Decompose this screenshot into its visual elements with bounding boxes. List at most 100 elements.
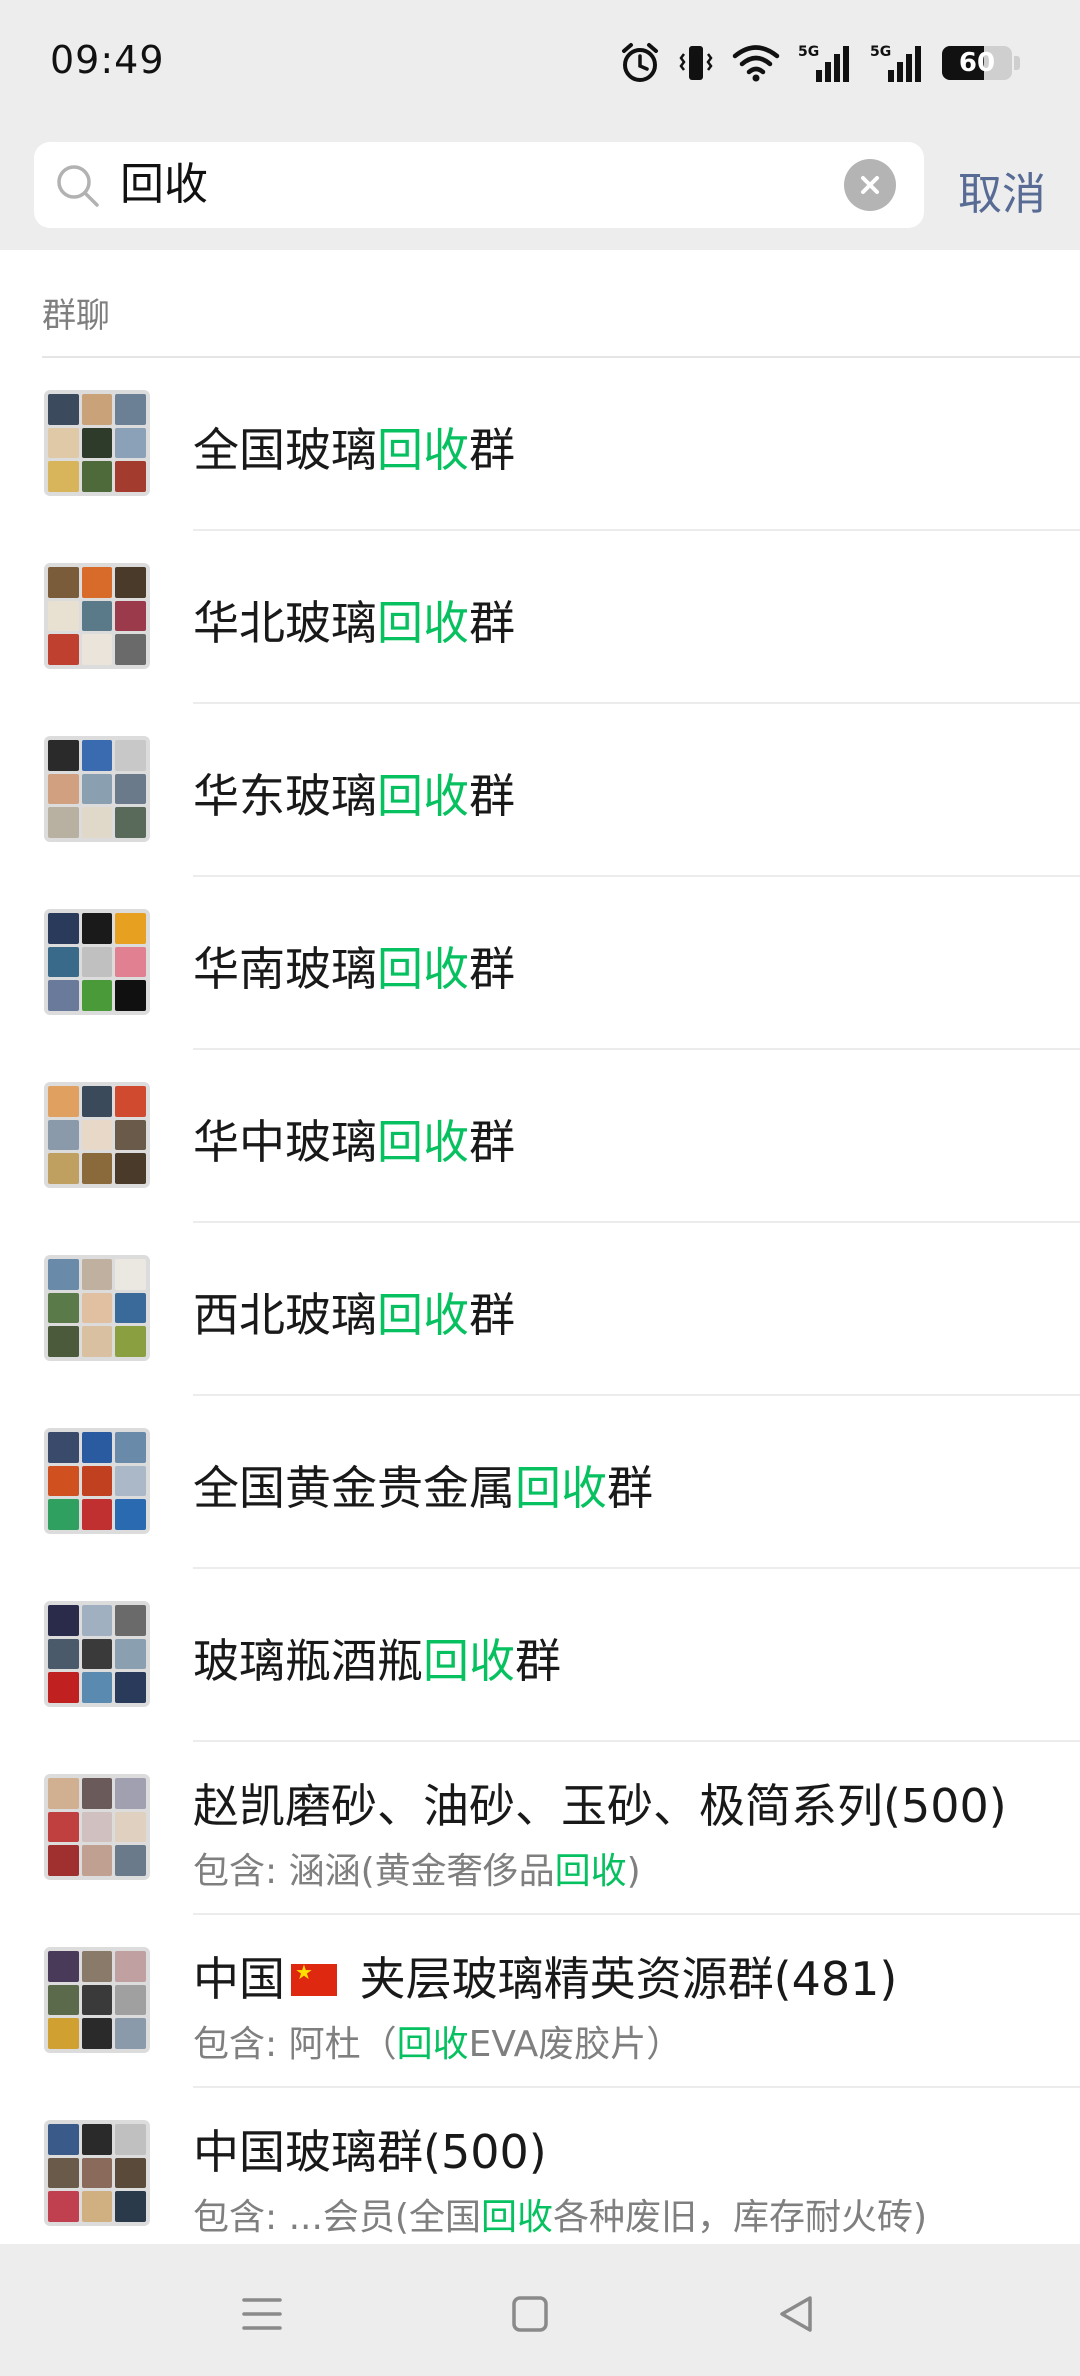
group-name: 西北玻璃回收群 [193,1288,515,1342]
avatar-tile [81,1499,113,1530]
avatar-tile [81,2191,113,2222]
avatar-tile [115,427,146,459]
avatar-tile [115,946,146,978]
avatar-tile [48,807,79,838]
clear-icon[interactable] [844,159,896,211]
avatar-tile [115,1951,146,1982]
status-time: 09:49 [50,38,165,82]
list-item[interactable]: 全国玻璃回收群 [0,358,1080,531]
avatar-tile [115,1119,146,1151]
group-name: 赵凯磨砂、油砂、玉砂、极简系列(500) [193,1779,1007,1833]
list-item[interactable]: 西北玻璃回收群 [0,1223,1080,1396]
search-input[interactable] [120,142,820,228]
search-icon [54,162,102,214]
avatar-tile [81,1432,113,1463]
avatar-tile [81,913,113,944]
avatar-tile [48,394,79,425]
avatar-tile [115,634,146,665]
avatar-tile [81,980,113,1011]
avatar-tile [115,1605,146,1636]
avatar-tile [115,1845,146,1876]
avatar-tile [115,600,146,632]
group-name: 玻璃瓶酒瓶回收群 [193,1634,561,1688]
avatar-tile [48,2157,79,2189]
avatar-tile [81,1605,113,1636]
avatar-tile [81,740,113,771]
group-name: 华南玻璃回收群 [193,942,515,996]
china-flag-icon [291,1960,337,1996]
avatar-tile [115,1672,146,1703]
list-item[interactable]: 全国黄金贵金属回收群 [0,1396,1080,1569]
group-name: 华东玻璃回收群 [193,769,515,823]
group-name: 全国黄金贵金属回收群 [193,1461,653,1515]
avatar-tile [81,1984,113,2016]
alarm-icon [620,42,660,84]
group-avatar [44,390,150,496]
avatar-tile [81,1845,113,1876]
avatar-tile [81,427,113,459]
avatar-tile [81,1292,113,1324]
avatar-tile [48,1465,79,1497]
avatar-tile [115,2018,146,2049]
search-header: 取消 [0,130,1080,250]
group-avatar [44,1082,150,1188]
avatar-tile [115,1326,146,1357]
avatar-tile [115,2157,146,2189]
avatar-tile [115,2124,146,2155]
search-box[interactable] [34,142,924,228]
avatar-tile [115,394,146,425]
avatar-tile [115,1086,146,1117]
group-name: 华中玻璃回收群 [193,1115,515,1169]
avatar-tile [48,1778,79,1809]
avatar-tile [48,1951,79,1982]
group-avatar [44,736,150,842]
avatar-tile [81,1951,113,1982]
matched-member: 包含: 阿杜（回收EVA废胶片） [193,2024,683,2065]
section-label-group-chats: 群聊 [42,296,110,336]
avatar-tile [81,567,113,598]
list-item[interactable]: 中国玻璃群(500) 包含: ...会员(全国回收各种废旧，库存耐火砖) [0,2088,1080,2261]
avatar-tile [115,1638,146,1670]
avatar-tile [81,1119,113,1151]
avatar-tile [48,1845,79,1876]
list-item[interactable]: 赵凯磨砂、油砂、玉砂、极简系列(500) 包含: 涵涵(黄金奢侈品回收) [0,1742,1080,1915]
avatar-tile [81,1672,113,1703]
avatar-tile [48,1672,79,1703]
avatar-tile [115,1259,146,1290]
avatar-tile [48,740,79,771]
avatar-tile [115,1984,146,2016]
list-item[interactable]: 玻璃瓶酒瓶回收群 [0,1569,1080,1742]
list-item[interactable]: 华东玻璃回收群 [0,704,1080,877]
list-item[interactable]: 中国 夹层玻璃精英资源群(481) 包含: 阿杜（回收EVA废胶片） [0,1915,1080,2088]
avatar-tile [115,567,146,598]
avatar-tile [48,1638,79,1670]
avatar-tile [115,1432,146,1463]
avatar-tile [81,1811,113,1843]
list-item[interactable]: 华北玻璃回收群 [0,531,1080,704]
group-avatar [44,1947,150,2053]
list-item[interactable]: 华南玻璃回收群 [0,877,1080,1050]
avatar-tile [115,1465,146,1497]
group-avatar [44,2120,150,2226]
home-icon[interactable] [500,2284,560,2344]
menu-icon[interactable] [232,2284,292,2344]
avatar-tile [115,1292,146,1324]
list-item[interactable]: 华中玻璃回收群 [0,1050,1080,1223]
avatar-tile [48,2191,79,2222]
avatar-tile [48,913,79,944]
avatar-tile [115,773,146,805]
avatar-tile [81,600,113,632]
avatar-tile [115,1153,146,1184]
avatar-tile [115,1778,146,1809]
avatar-tile [48,634,79,665]
avatar-tile [81,2157,113,2189]
group-avatar [44,1255,150,1361]
avatar-tile [81,1638,113,1670]
avatar-tile [81,1326,113,1357]
back-icon[interactable] [766,2284,826,2344]
avatar-tile [48,1259,79,1290]
cancel-button[interactable]: 取消 [958,158,1046,222]
avatar-tile [115,807,146,838]
avatar-tile [81,2124,113,2155]
group-name: 华北玻璃回收群 [193,596,515,650]
